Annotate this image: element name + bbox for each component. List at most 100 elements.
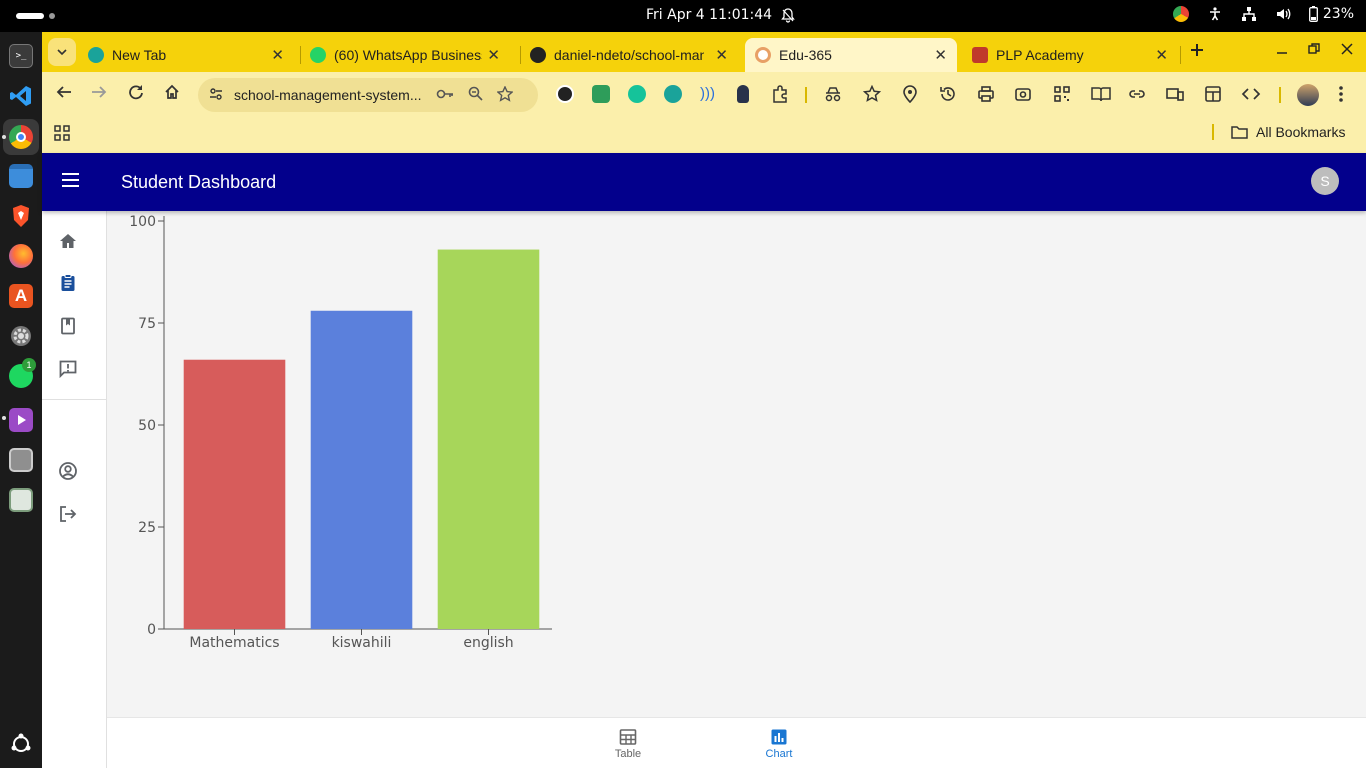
- print-icon[interactable]: [977, 85, 995, 107]
- minimize-button[interactable]: [1276, 42, 1288, 58]
- new-tab-button[interactable]: [1190, 40, 1204, 63]
- apps-grid-icon[interactable]: [54, 125, 70, 145]
- user-avatar[interactable]: S: [1311, 167, 1339, 195]
- firefox-icon[interactable]: [9, 244, 33, 268]
- qr-code-icon[interactable]: [1053, 85, 1071, 107]
- browser-tab[interactable]: New Tab ✕: [88, 38, 294, 72]
- arrow-left-icon: [56, 86, 71, 98]
- settings-icon[interactable]: [9, 324, 33, 348]
- kebab-menu-icon[interactable]: [1338, 85, 1344, 107]
- screenshot-icon[interactable]: [1014, 85, 1032, 107]
- chart-panel: 0 25 50 75 100 Mathematics kiswahili english: [107, 211, 1366, 717]
- activities-indicator[interactable]: [16, 13, 44, 19]
- restore-button[interactable]: [1308, 42, 1320, 58]
- files-icon[interactable]: [9, 164, 33, 188]
- notification-bell-icon[interactable]: [781, 8, 795, 23]
- read-aloud-icon[interactable]: ))): [700, 85, 715, 102]
- x-tick-label: english: [463, 635, 513, 651]
- tab-title: daniel-ndeto/school-management: [554, 47, 704, 63]
- forward-button[interactable]: [91, 84, 107, 105]
- tab-favicon-icon: [972, 47, 988, 63]
- reload-button[interactable]: [128, 84, 144, 105]
- profile-avatar[interactable]: [1297, 84, 1319, 106]
- developer-code-icon[interactable]: [1241, 85, 1261, 107]
- browser-tab[interactable]: daniel-ndeto/school-management ✕: [530, 38, 738, 72]
- app-dock: >_ A 1: [0, 32, 42, 768]
- extension-m-icon[interactable]: [664, 85, 682, 103]
- home-button[interactable]: [164, 84, 180, 105]
- table-view-tab[interactable]: Table: [598, 728, 658, 760]
- extensions-puzzle-icon[interactable]: [771, 85, 789, 107]
- cast-devices-icon[interactable]: [1166, 85, 1184, 107]
- assignment-nav-icon[interactable]: [58, 273, 78, 293]
- chrome-tray-icon[interactable]: [1172, 6, 1189, 22]
- account-nav-icon[interactable]: [58, 461, 78, 481]
- battery-icon: [1308, 6, 1318, 22]
- tab-search-button[interactable]: [48, 38, 76, 66]
- side-panel-icon[interactable]: [1204, 85, 1222, 107]
- table-view-label: Table: [614, 748, 642, 760]
- copy-link-icon[interactable]: [1128, 85, 1146, 107]
- browser-tab[interactable]: (60) WhatsApp Business ✕: [310, 38, 510, 72]
- close-tab-icon[interactable]: ✕: [934, 46, 947, 64]
- logout-nav-icon[interactable]: [58, 504, 78, 524]
- hamburger-menu-icon[interactable]: [62, 173, 79, 187]
- tab-separator: [300, 46, 301, 64]
- favorites-star-icon[interactable]: [862, 84, 882, 107]
- bottom-navigation: Table Chart: [107, 717, 1366, 768]
- close-window-button[interactable]: [1341, 42, 1353, 58]
- url-text[interactable]: school-management-system...: [234, 87, 430, 103]
- site-info-icon[interactable]: [208, 86, 226, 105]
- show-apps-icon[interactable]: [9, 732, 33, 756]
- grammarly-icon[interactable]: [628, 85, 646, 103]
- y-tick-label: 50: [138, 418, 156, 434]
- password-key-icon[interactable]: [430, 87, 460, 103]
- close-tab-icon[interactable]: ✕: [715, 46, 728, 64]
- plus-icon: [1191, 44, 1203, 56]
- vscode-icon[interactable]: [9, 84, 33, 108]
- accessibility-icon[interactable]: [1207, 6, 1223, 22]
- battery-status[interactable]: 23%: [1308, 6, 1354, 22]
- home-nav-icon[interactable]: [58, 231, 78, 251]
- history-icon[interactable]: [939, 85, 957, 107]
- tab-title: New Tab: [112, 47, 167, 63]
- feedback-nav-icon[interactable]: [58, 359, 78, 379]
- minimize-icon: [1277, 52, 1287, 54]
- close-icon: [1341, 43, 1353, 55]
- reading-mode-icon[interactable]: [1091, 85, 1111, 107]
- chrome-dock-icon[interactable]: [9, 125, 33, 149]
- book-nav-icon[interactable]: [58, 316, 78, 336]
- zoom-icon[interactable]: [460, 86, 490, 104]
- all-bookmarks-button[interactable]: All Bookmarks: [1231, 124, 1345, 140]
- trash-icon[interactable]: [9, 488, 33, 512]
- browser-tab-active[interactable]: Edu-365 ✕: [745, 38, 957, 72]
- nav-divider: [42, 399, 106, 400]
- terminal-icon[interactable]: >_: [9, 44, 33, 68]
- brave-icon[interactable]: [9, 204, 33, 228]
- close-tab-icon[interactable]: ✕: [1155, 46, 1168, 64]
- network-icon[interactable]: [1241, 6, 1257, 22]
- text-editor-icon[interactable]: [9, 448, 33, 472]
- spotify-icon[interactable]: 1: [9, 358, 36, 388]
- volume-icon[interactable]: [1275, 6, 1291, 22]
- extension-bulb-icon[interactable]: [737, 85, 749, 103]
- extension-bot-icon[interactable]: [592, 85, 610, 103]
- back-button[interactable]: [56, 84, 72, 105]
- incognito-icon[interactable]: [824, 85, 842, 107]
- extension-w-icon[interactable]: [556, 85, 574, 103]
- close-tab-icon[interactable]: ✕: [271, 46, 284, 64]
- browser-tab[interactable]: PLP Academy ✕: [972, 38, 1178, 72]
- bookmark-star-icon[interactable]: [490, 84, 520, 105]
- app-center-icon[interactable]: A: [9, 284, 33, 308]
- system-clock[interactable]: Fri Apr 4 11:01:44: [646, 7, 772, 23]
- chart-view-tab[interactable]: Chart: [749, 728, 809, 760]
- y-tick-label: 75: [138, 316, 156, 332]
- location-pin-icon[interactable]: [902, 85, 918, 107]
- video-player-icon[interactable]: [9, 408, 33, 432]
- x-tick-label: kiswahili: [332, 635, 392, 651]
- bar-english: [437, 249, 540, 629]
- close-tab-icon[interactable]: ✕: [487, 46, 500, 64]
- dock-running-indicator: [2, 135, 6, 139]
- address-bar[interactable]: school-management-system...: [198, 78, 538, 112]
- dock-running-indicator: [2, 416, 6, 420]
